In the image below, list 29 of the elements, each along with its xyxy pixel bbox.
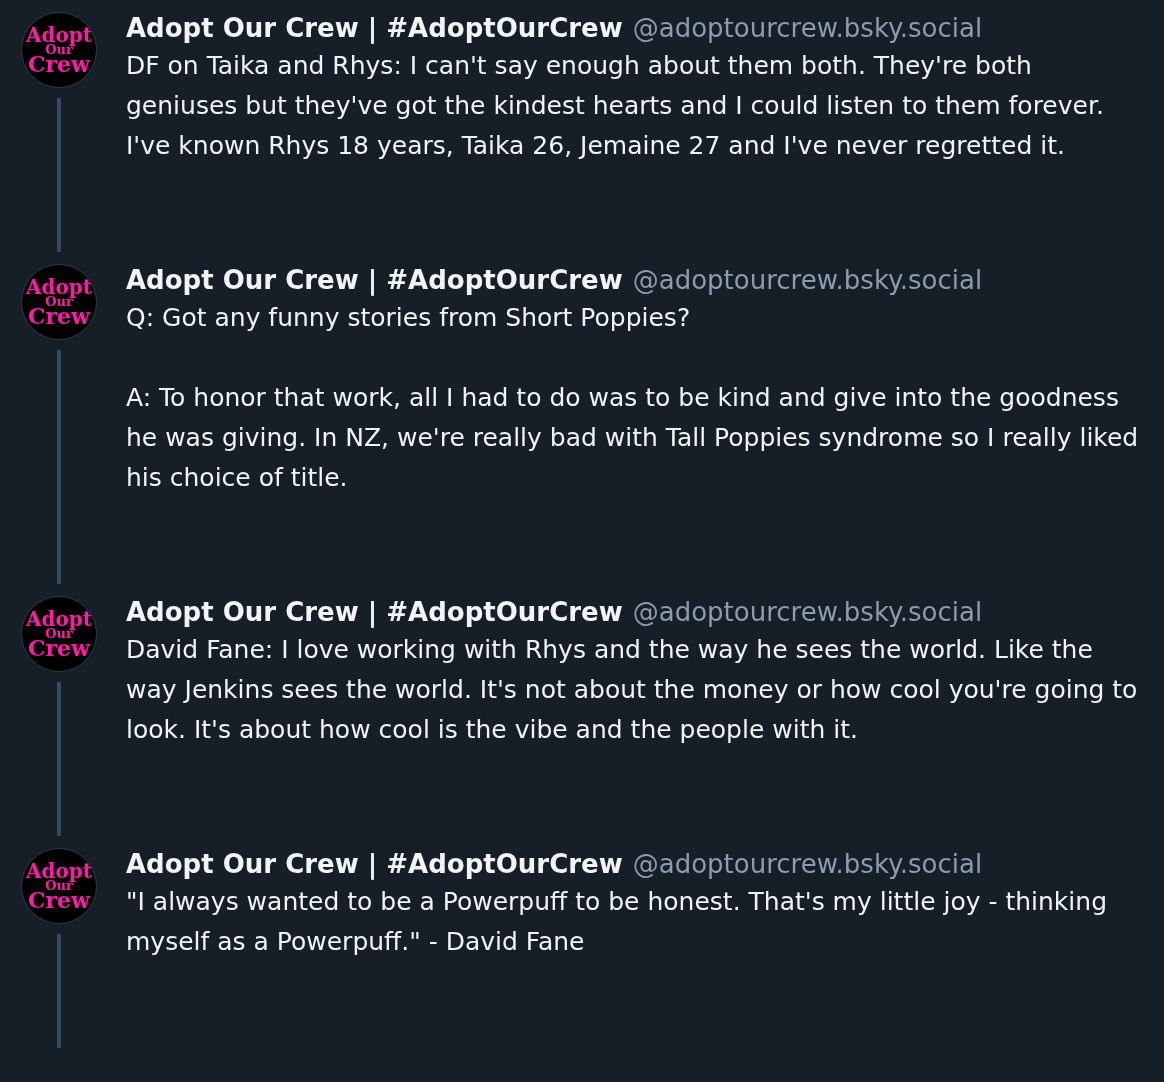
avatar-text: Our [45, 879, 73, 891]
user-handle[interactable]: @adoptourcrew.bsky.social [632, 10, 983, 46]
display-name[interactable]: Adopt Our Crew | #AdoptOurCrew [126, 262, 623, 298]
avatar-text: Crew [27, 54, 90, 74]
avatar[interactable]: Adopt Our Crew [21, 596, 97, 672]
display-name[interactable]: Adopt Our Crew | #AdoptOurCrew [126, 594, 623, 630]
display-name[interactable]: Adopt Our Crew | #AdoptOurCrew [126, 10, 623, 46]
avatar-text: Crew [27, 306, 90, 326]
post-text: A: To honor that work, all I had to do was to be kind and give into the goodness he was giving. In NZ, we're really bad with Tall Poppies syndrome so I really liked his choice of title. [126, 382, 1140, 494]
user-handle[interactable]: @adoptourcrew.bsky.social [632, 262, 983, 298]
post-text: Q: Got any funny stories from Short Poppies? [126, 302, 692, 334]
avatar[interactable]: Adopt Our Crew [21, 264, 97, 340]
avatar-text: Adopt [25, 862, 93, 880]
user-handle[interactable]: @adoptourcrew.bsky.social [632, 846, 983, 882]
display-name[interactable]: Adopt Our Crew | #AdoptOurCrew [126, 846, 623, 882]
avatar-text: Adopt [25, 610, 93, 628]
avatar-text: Adopt [25, 278, 93, 296]
user-handle[interactable]: @adoptourcrew.bsky.social [632, 594, 983, 630]
avatar-text: Crew [27, 638, 90, 658]
avatar-text: Our [45, 295, 73, 307]
avatar-text: Our [45, 627, 73, 639]
post-text: David Fane: I love working with Rhys and the way he sees the world. Like the way Jenkins sees the world. It's not about the money or how cool you're going to look. It's about how cool is the vibe and the people with it. [126, 634, 1139, 746]
avatar-text: Adopt [25, 26, 93, 44]
avatar[interactable]: Adopt Our Crew [21, 848, 97, 924]
avatar[interactable]: Adopt Our Crew [21, 12, 97, 88]
post-text: "I always wanted to be a Powerpuff to be honest. That's my little joy - thinking myself as a Powerpuff." - David Fane [126, 886, 1108, 958]
avatar-text: Our [45, 43, 73, 55]
post-text: DF on Taika and Rhys: I can't say enough about them both. They're both geniuses but they've got the kindest hearts and I could listen to them forever. I've known Rhys 18 years, Taika 26, Jemaine 27 and I've never regretted it. [126, 50, 1105, 162]
avatar-text: Crew [27, 890, 90, 910]
